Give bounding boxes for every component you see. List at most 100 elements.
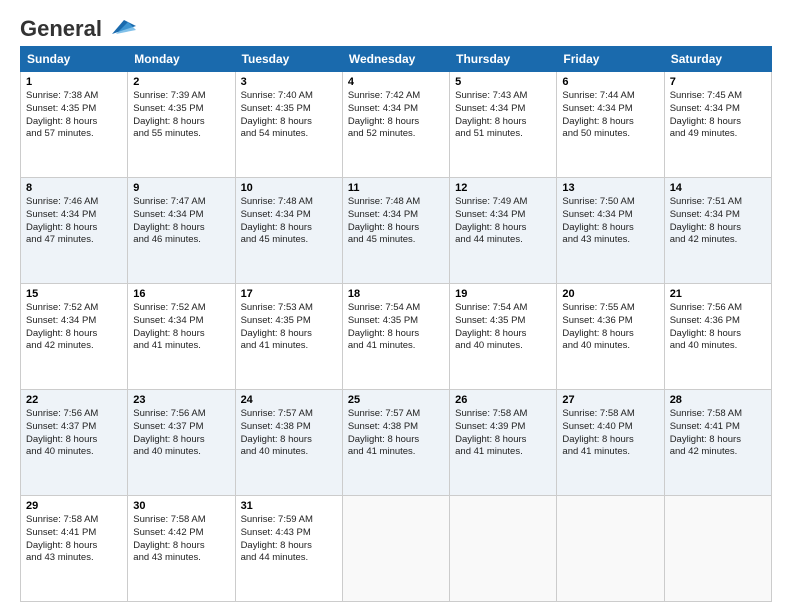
day-number: 9 [133,182,229,194]
day-number: 7 [670,76,766,88]
calendar-header-sunday: Sunday [21,47,128,72]
day-info: Sunrise: 7:58 AM Sunset: 4:41 PM Dayligh… [26,514,122,565]
day-number: 6 [562,76,658,88]
logo-general: General [20,16,102,42]
calendar-cell: 12 Sunrise: 7:49 AM Sunset: 4:34 PM Dayli… [450,178,557,284]
calendar-cell: 21 Sunrise: 7:56 AM Sunset: 4:36 PM Dayli… [664,284,771,390]
day-number: 21 [670,288,766,300]
day-info: Sunrise: 7:52 AM Sunset: 4:34 PM Dayligh… [133,302,229,353]
day-info: Sunrise: 7:56 AM Sunset: 4:37 PM Dayligh… [133,408,229,459]
calendar-header-friday: Friday [557,47,664,72]
calendar-cell: 23 Sunrise: 7:56 AM Sunset: 4:37 PM Dayli… [128,390,235,496]
calendar-cell: 22 Sunrise: 7:56 AM Sunset: 4:37 PM Dayli… [21,390,128,496]
day-number: 15 [26,288,122,300]
day-number: 18 [348,288,444,300]
day-info: Sunrise: 7:40 AM Sunset: 4:35 PM Dayligh… [241,90,337,141]
calendar-header-saturday: Saturday [664,47,771,72]
day-info: Sunrise: 7:50 AM Sunset: 4:34 PM Dayligh… [562,196,658,247]
day-number: 10 [241,182,337,194]
calendar-table: SundayMondayTuesdayWednesdayThursdayFrid… [20,46,772,602]
day-number: 24 [241,394,337,406]
calendar-week-row-3: 15 Sunrise: 7:52 AM Sunset: 4:34 PM Dayli… [21,284,772,390]
calendar-cell: 4 Sunrise: 7:42 AM Sunset: 4:34 PM Daylig… [342,72,449,178]
day-number: 23 [133,394,229,406]
day-info: Sunrise: 7:55 AM Sunset: 4:36 PM Dayligh… [562,302,658,353]
calendar-cell: 1 Sunrise: 7:38 AM Sunset: 4:35 PM Daylig… [21,72,128,178]
calendar-week-row-4: 22 Sunrise: 7:56 AM Sunset: 4:37 PM Dayli… [21,390,772,496]
calendar-cell: 9 Sunrise: 7:47 AM Sunset: 4:34 PM Daylig… [128,178,235,284]
calendar-week-row-5: 29 Sunrise: 7:58 AM Sunset: 4:41 PM Dayli… [21,496,772,602]
day-number: 22 [26,394,122,406]
day-info: Sunrise: 7:56 AM Sunset: 4:36 PM Dayligh… [670,302,766,353]
calendar-cell: 3 Sunrise: 7:40 AM Sunset: 4:35 PM Daylig… [235,72,342,178]
day-number: 11 [348,182,444,194]
day-number: 20 [562,288,658,300]
day-number: 27 [562,394,658,406]
calendar-week-row-2: 8 Sunrise: 7:46 AM Sunset: 4:34 PM Daylig… [21,178,772,284]
day-number: 28 [670,394,766,406]
day-info: Sunrise: 7:38 AM Sunset: 4:35 PM Dayligh… [26,90,122,141]
day-info: Sunrise: 7:58 AM Sunset: 4:39 PM Dayligh… [455,408,551,459]
day-info: Sunrise: 7:54 AM Sunset: 4:35 PM Dayligh… [455,302,551,353]
calendar-cell: 27 Sunrise: 7:58 AM Sunset: 4:40 PM Dayli… [557,390,664,496]
day-info: Sunrise: 7:46 AM Sunset: 4:34 PM Dayligh… [26,196,122,247]
day-info: Sunrise: 7:53 AM Sunset: 4:35 PM Dayligh… [241,302,337,353]
day-number: 17 [241,288,337,300]
day-number: 26 [455,394,551,406]
day-info: Sunrise: 7:45 AM Sunset: 4:34 PM Dayligh… [670,90,766,141]
day-info: Sunrise: 7:39 AM Sunset: 4:35 PM Dayligh… [133,90,229,141]
calendar-cell [557,496,664,602]
day-number: 4 [348,76,444,88]
day-number: 12 [455,182,551,194]
day-info: Sunrise: 7:42 AM Sunset: 4:34 PM Dayligh… [348,90,444,141]
day-info: Sunrise: 7:43 AM Sunset: 4:34 PM Dayligh… [455,90,551,141]
calendar-cell: 31Sunrise: 7:59 AM Sunset: 4:43 PM Dayli… [235,496,342,602]
day-info: Sunrise: 7:54 AM Sunset: 4:35 PM Dayligh… [348,302,444,353]
logo: General [20,16,136,36]
day-info: Sunrise: 7:48 AM Sunset: 4:34 PM Dayligh… [241,196,337,247]
calendar-cell: 10 Sunrise: 7:48 AM Sunset: 4:34 PM Dayli… [235,178,342,284]
calendar-cell: 16 Sunrise: 7:52 AM Sunset: 4:34 PM Dayli… [128,284,235,390]
day-number: 29 [26,500,122,512]
calendar-cell: 20 Sunrise: 7:55 AM Sunset: 4:36 PM Dayli… [557,284,664,390]
day-number: 30 [133,500,229,512]
day-number: 16 [133,288,229,300]
calendar-header-tuesday: Tuesday [235,47,342,72]
calendar-cell: 28 Sunrise: 7:58 AM Sunset: 4:41 PM Dayli… [664,390,771,496]
calendar-cell: 14Sunrise: 7:51 AM Sunset: 4:34 PM Dayli… [664,178,771,284]
calendar-cell: 15 Sunrise: 7:52 AM Sunset: 4:34 PM Dayli… [21,284,128,390]
calendar-cell: 19 Sunrise: 7:54 AM Sunset: 4:35 PM Dayli… [450,284,557,390]
calendar-week-row-1: 1 Sunrise: 7:38 AM Sunset: 4:35 PM Daylig… [21,72,772,178]
calendar-cell: 13Sunrise: 7:50 AM Sunset: 4:34 PM Dayli… [557,178,664,284]
day-info: Sunrise: 7:58 AM Sunset: 4:40 PM Dayligh… [562,408,658,459]
header: General [20,16,772,36]
day-number: 8 [26,182,122,194]
day-info: Sunrise: 7:51 AM Sunset: 4:34 PM Dayligh… [670,196,766,247]
day-info: Sunrise: 7:58 AM Sunset: 4:42 PM Dayligh… [133,514,229,565]
calendar-cell: 18 Sunrise: 7:54 AM Sunset: 4:35 PM Dayli… [342,284,449,390]
calendar-cell: 25 Sunrise: 7:57 AM Sunset: 4:38 PM Dayli… [342,390,449,496]
calendar-header-monday: Monday [128,47,235,72]
calendar-cell: 11Sunrise: 7:48 AM Sunset: 4:34 PM Dayli… [342,178,449,284]
day-info: Sunrise: 7:44 AM Sunset: 4:34 PM Dayligh… [562,90,658,141]
day-info: Sunrise: 7:57 AM Sunset: 4:38 PM Dayligh… [348,408,444,459]
calendar-cell: 6 Sunrise: 7:44 AM Sunset: 4:34 PM Daylig… [557,72,664,178]
day-info: Sunrise: 7:57 AM Sunset: 4:38 PM Dayligh… [241,408,337,459]
calendar-cell: 17 Sunrise: 7:53 AM Sunset: 4:35 PM Dayli… [235,284,342,390]
day-number: 3 [241,76,337,88]
day-number: 25 [348,394,444,406]
calendar-cell [664,496,771,602]
calendar-cell: 26 Sunrise: 7:58 AM Sunset: 4:39 PM Dayli… [450,390,557,496]
calendar-cell: 24 Sunrise: 7:57 AM Sunset: 4:38 PM Dayli… [235,390,342,496]
day-info: Sunrise: 7:52 AM Sunset: 4:34 PM Dayligh… [26,302,122,353]
day-number: 19 [455,288,551,300]
calendar-cell: 2Sunrise: 7:39 AM Sunset: 4:35 PM Daylig… [128,72,235,178]
day-info: Sunrise: 7:49 AM Sunset: 4:34 PM Dayligh… [455,196,551,247]
day-number: 31 [241,500,337,512]
calendar-cell: 5Sunrise: 7:43 AM Sunset: 4:34 PM Daylig… [450,72,557,178]
day-info: Sunrise: 7:58 AM Sunset: 4:41 PM Dayligh… [670,408,766,459]
day-info: Sunrise: 7:47 AM Sunset: 4:34 PM Dayligh… [133,196,229,247]
day-info: Sunrise: 7:56 AM Sunset: 4:37 PM Dayligh… [26,408,122,459]
day-number: 1 [26,76,122,88]
calendar-cell: 29 Sunrise: 7:58 AM Sunset: 4:41 PM Dayli… [21,496,128,602]
